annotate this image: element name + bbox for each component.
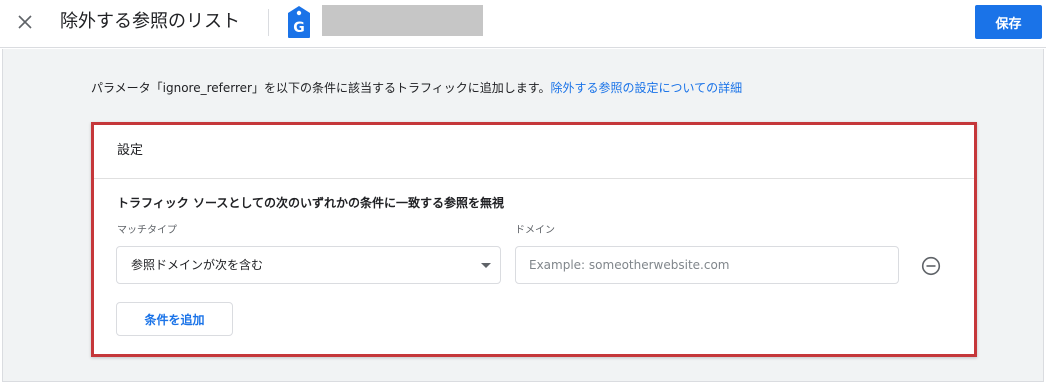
add-condition-button[interactable]: 条件を追加 <box>116 302 233 336</box>
card-divider <box>94 178 974 179</box>
rule-description: トラフィック ソースとしての次のいずれかの条件に一致する参照を無視 <box>117 196 504 210</box>
remove-condition-button[interactable] <box>921 256 941 276</box>
remove-circle-icon <box>921 256 941 276</box>
domain-label: ドメイン <box>515 225 555 236</box>
close-icon <box>18 15 32 29</box>
settings-card: 設定 トラフィック ソースとしての次のいずれかの条件に一致する参照を無視 マッチ… <box>91 122 977 357</box>
help-link[interactable]: 除外する参照の設定についての詳細 <box>551 81 743 95</box>
match-type-select[interactable]: 参照ドメインが次を含む <box>116 246 501 284</box>
tag-letter: G <box>293 20 305 36</box>
header-divider <box>268 9 269 36</box>
page-title: 除外する参照のリスト <box>60 11 240 32</box>
save-button[interactable]: 保存 <box>975 5 1042 39</box>
main-content: パラメータ「ignore_referrer」を以下の条件に該当するトラフィックに… <box>2 49 1044 382</box>
card-title: 設定 <box>117 143 144 158</box>
header-bar: 除外する参照のリスト G 保存 <box>0 0 1046 48</box>
close-button[interactable] <box>12 9 38 35</box>
redacted-tag-name <box>322 5 483 36</box>
google-tag-icon: G <box>286 5 312 39</box>
match-type-value: 参照ドメインが次を含む <box>131 258 264 272</box>
caret-down-icon <box>481 263 491 268</box>
domain-input[interactable] <box>515 246 899 284</box>
match-type-label: マッチタイプ <box>117 225 177 236</box>
description-text: パラメータ「ignore_referrer」を以下の条件に該当するトラフィックに… <box>91 81 551 95</box>
description: パラメータ「ignore_referrer」を以下の条件に該当するトラフィックに… <box>91 79 742 97</box>
